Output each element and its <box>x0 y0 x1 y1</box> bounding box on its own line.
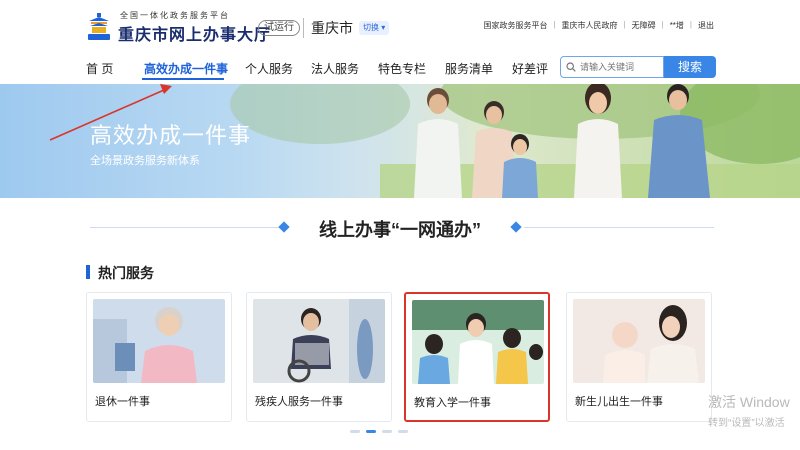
hot-services-marker <box>86 265 90 279</box>
watermark-line2: 转到“设置”以激活 <box>708 418 785 429</box>
service-card-disability[interactable]: 残疾人服务一件事 <box>246 292 392 422</box>
card-image <box>93 299 225 383</box>
card-label: 残疾人服务一件事 <box>255 396 343 408</box>
carousel-dot[interactable] <box>382 430 392 433</box>
card-label: 新生儿出生一件事 <box>575 396 663 408</box>
hot-services-title: 热门服务 <box>98 265 154 281</box>
card-label: 教育入学一件事 <box>414 397 491 409</box>
section-title: 线上办事“一网通办” <box>319 220 481 240</box>
carousel-dot[interactable] <box>398 430 408 433</box>
service-card-retirement[interactable]: 退休一件事 <box>86 292 232 422</box>
section-divider-right <box>524 227 714 228</box>
service-card-newborn[interactable]: 新生儿出生一件事 <box>566 292 712 422</box>
carousel-dot[interactable] <box>350 430 360 433</box>
card-image <box>573 299 705 383</box>
service-card-education[interactable]: 教育入学一件事 <box>404 292 550 422</box>
card-image <box>412 300 544 384</box>
carousel-dot-active[interactable] <box>366 430 376 433</box>
watermark-line1: 激活 Window <box>708 394 790 410</box>
section-divider-left <box>90 227 280 228</box>
carousel-pagination <box>350 430 408 433</box>
card-label: 退休一件事 <box>95 396 150 408</box>
activation-watermark: 激活 Window 转到“设置”以激活 <box>708 392 790 429</box>
card-image <box>253 299 385 383</box>
